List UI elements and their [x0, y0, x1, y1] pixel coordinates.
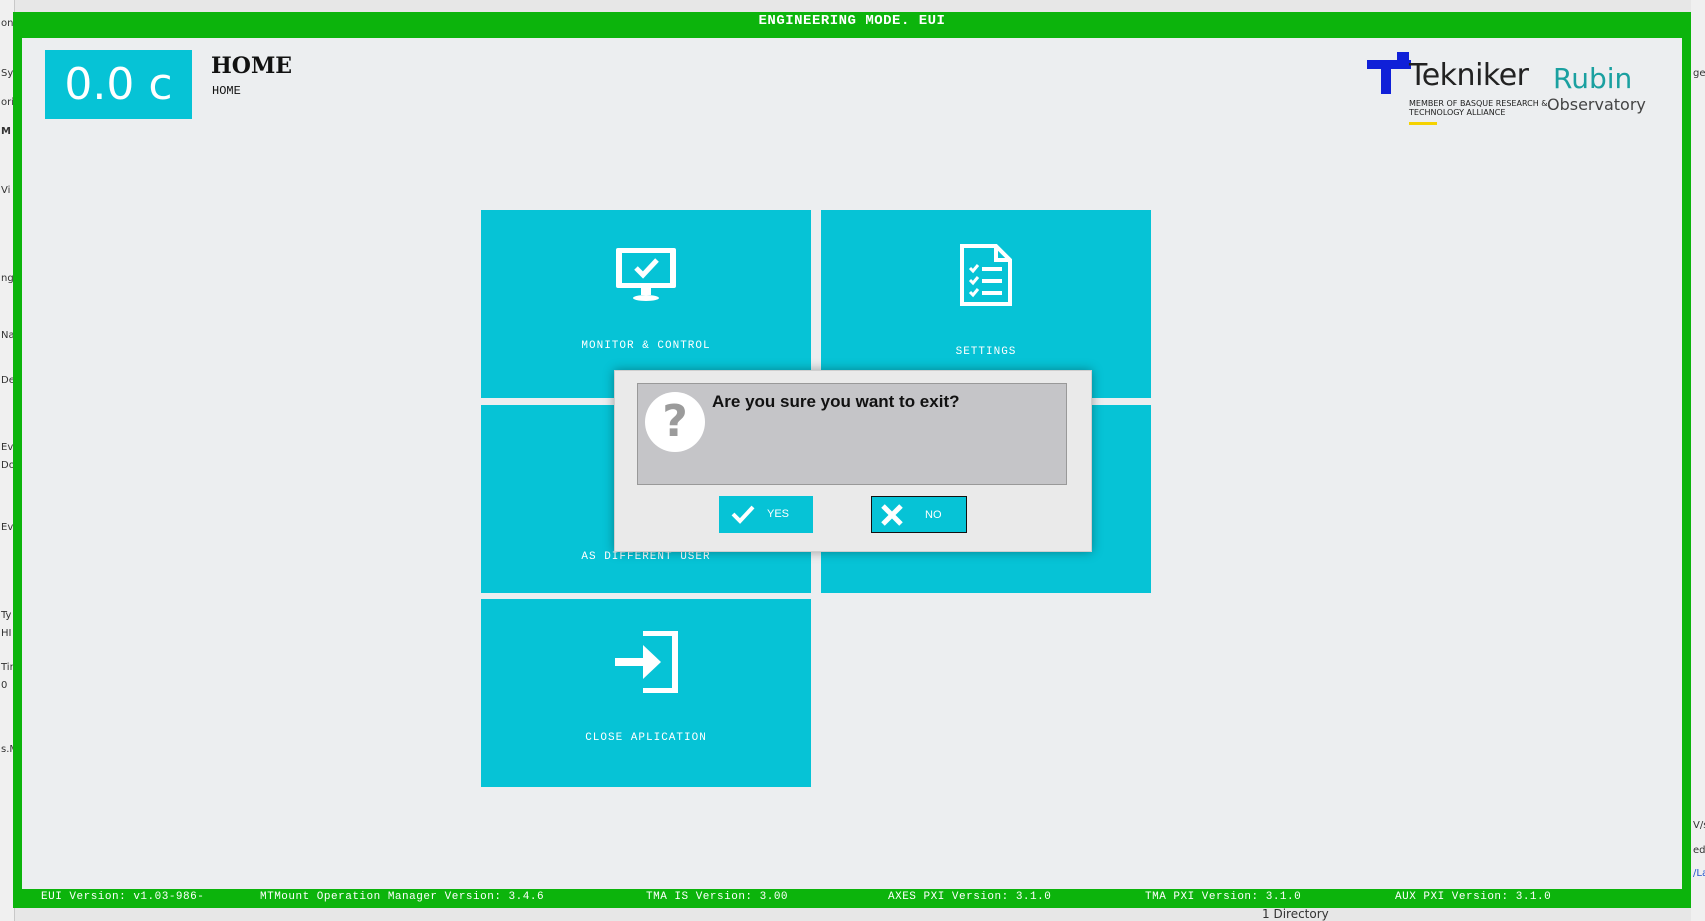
- breadcrumb: HOME: [212, 84, 241, 98]
- tekniker-underline: [1409, 122, 1437, 125]
- exit-confirm-dialog: ? Are you sure you want to exit? YES NO: [614, 370, 1092, 552]
- yes-button[interactable]: YES: [719, 496, 813, 533]
- bg-fragment: /La: [1693, 868, 1705, 879]
- operation-manager-version: MTMount Operation Manager Version: 3.4.6: [260, 891, 545, 903]
- axes-pxi-version: AXES PXI Version: 3.1.0: [888, 891, 1052, 903]
- bg-fragment: Ev: [1, 442, 14, 453]
- no-button-label: NO: [925, 509, 942, 521]
- aux-pxi-version: AUX PXI Version: 3.1.0: [1395, 891, 1552, 903]
- version-footer: EUI Version: v1.03-986- MTMount Operatio…: [13, 889, 1691, 908]
- sign-in-icon: [615, 631, 678, 693]
- tekniker-subtitle: MEMBER OF BASQUE RESEARCH & TECHNOLOGY A…: [1409, 99, 1548, 117]
- bg-fragment: on: [1, 18, 14, 29]
- dialog-message: Are you sure you want to exit?: [712, 392, 960, 411]
- dialog-message-box: ? Are you sure you want to exit?: [637, 383, 1067, 485]
- bg-fragment: Tir: [1, 662, 14, 673]
- question-icon: ?: [645, 392, 705, 452]
- window-title: ENGINEERING MODE. EUI: [758, 13, 946, 29]
- monitor-check-icon: [616, 248, 676, 301]
- bg-fragment: Ty: [1, 610, 12, 621]
- bg-fragment: ge: [1693, 68, 1705, 79]
- tile-label: AS DIFFERENT USER: [581, 551, 711, 563]
- bg-fragment: 0: [1, 680, 8, 691]
- temperature-display: 0.0 c: [45, 50, 192, 119]
- bg-fragment: V/s: [1693, 820, 1705, 831]
- tile-label: MONITOR & CONTROL: [581, 340, 711, 352]
- bg-fragment: ed: [1693, 845, 1705, 856]
- check-icon: [731, 505, 755, 524]
- tile-label: CLOSE APLICATION: [585, 732, 707, 744]
- background-right-panel: ge V/s ed /La: [1691, 0, 1705, 921]
- bg-fragment: M: [1, 126, 11, 137]
- logos: Tekniker MEMBER OF BASQUE RESEARCH & TEC…: [1367, 44, 1667, 125]
- bg-fragment: Sy: [1, 68, 14, 79]
- no-button[interactable]: NO: [871, 496, 967, 533]
- bg-fragment: Vi: [1, 185, 11, 196]
- yes-button-label: YES: [767, 508, 790, 520]
- close-application-tile[interactable]: CLOSE APLICATION: [481, 599, 811, 787]
- rubin-logo-text: Rubin: [1553, 62, 1633, 95]
- eui-version: EUI Version: v1.03-986-: [41, 891, 205, 903]
- close-icon: [881, 504, 903, 526]
- tma-is-version: TMA IS Version: 3.00: [646, 891, 789, 903]
- bg-fragment: Ev: [1, 522, 14, 533]
- observatory-logo-text: Observatory: [1547, 95, 1646, 114]
- checklist-icon: [960, 244, 1012, 306]
- tekniker-logo-text: Tekniker: [1409, 58, 1529, 93]
- bg-fragment: HI: [1, 628, 12, 639]
- tile-label: SETTINGS: [955, 346, 1017, 358]
- background-directory-text: 1 Directory: [1262, 907, 1329, 921]
- page-title: HOME: [211, 53, 293, 79]
- tma-pxi-version: TMA PXI Version: 3.1.0: [1145, 891, 1302, 903]
- tekniker-logo-icon: [1367, 52, 1411, 94]
